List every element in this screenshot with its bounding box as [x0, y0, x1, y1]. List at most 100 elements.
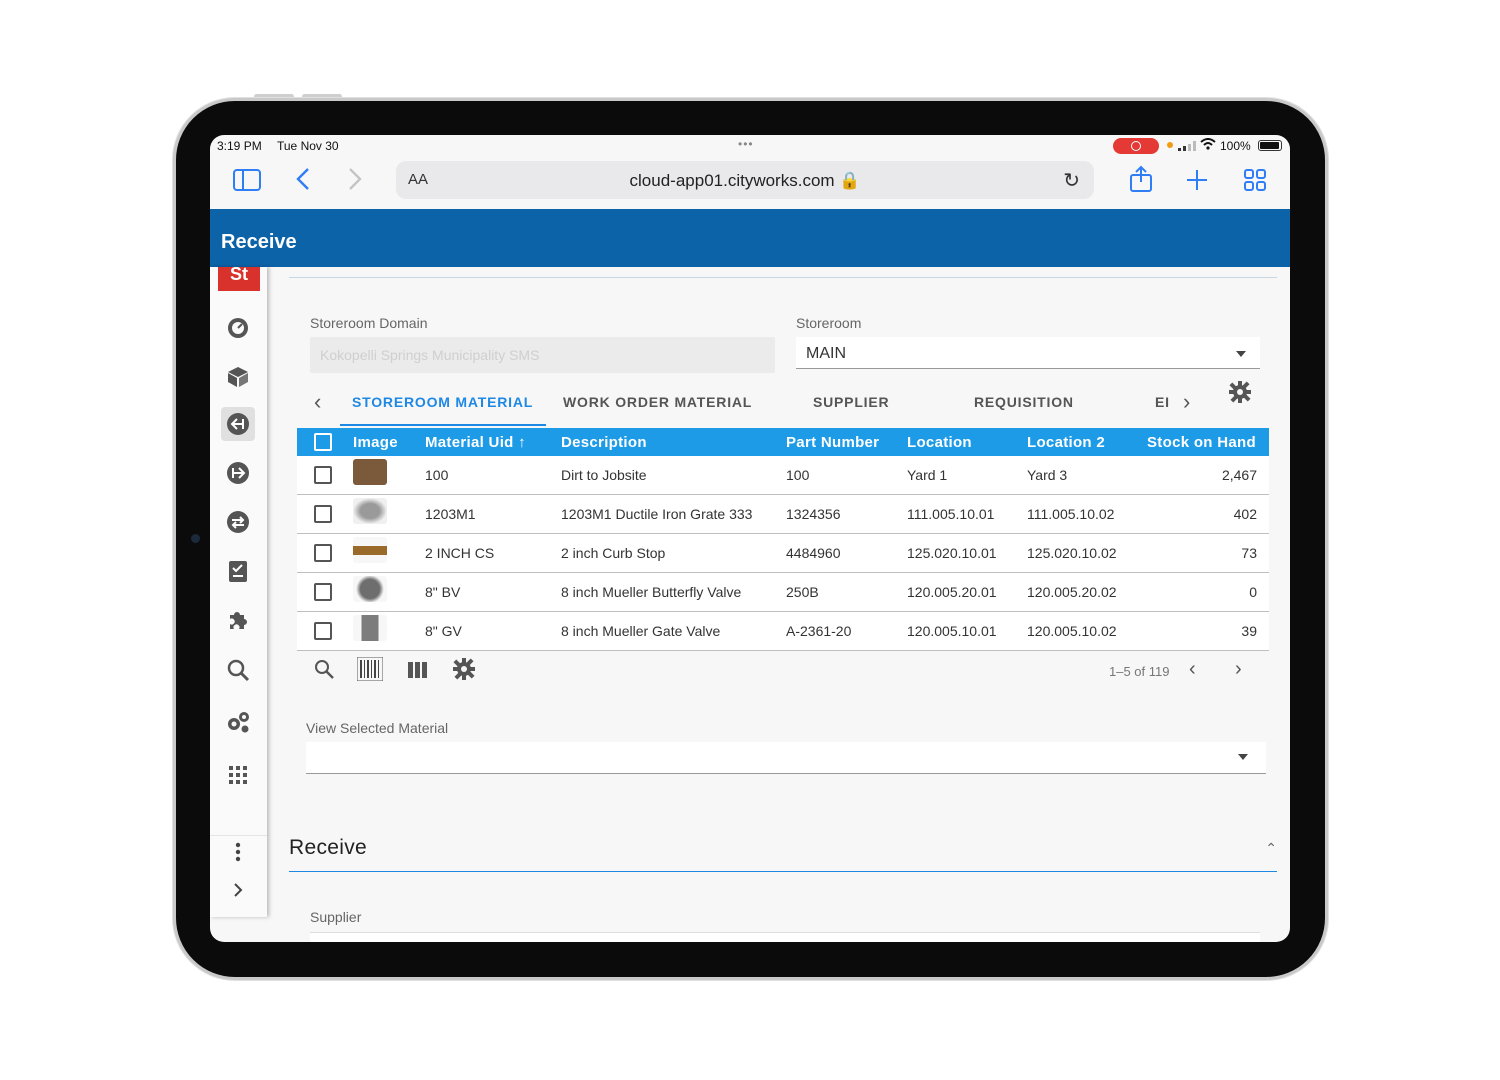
search-icon[interactable]	[314, 659, 334, 684]
gear-icon[interactable]	[1228, 380, 1252, 409]
grid-icon[interactable]	[224, 761, 252, 789]
checklist-icon[interactable]	[224, 557, 252, 585]
multitasking-dots[interactable]: •••	[738, 137, 754, 151]
columns-icon[interactable]	[408, 662, 428, 683]
tabs-icon[interactable]	[1244, 169, 1266, 197]
cell-location-2: 120.005.10.02	[1027, 623, 1117, 639]
forward-icon[interactable]	[348, 167, 362, 197]
tab-work-order-material[interactable]: WORK ORDER MATERIAL	[563, 394, 752, 410]
col-location[interactable]: Location	[907, 434, 972, 451]
left-rail: St	[210, 267, 267, 917]
gears-icon[interactable]	[224, 708, 252, 736]
supplier-select[interactable]	[310, 932, 1260, 942]
tab-overflow[interactable]: EI	[1155, 394, 1170, 410]
tab-scroll-right-icon[interactable]: ›	[1183, 389, 1190, 415]
table-footer: 1–5 of 119 ‹ ›	[297, 651, 1269, 693]
storeroom-domain-field: Kokopelli Springs Municipality SMS	[310, 337, 775, 373]
section-divider	[289, 277, 1277, 278]
battery-percent: 100%	[1220, 139, 1251, 153]
row-checkbox[interactable]	[314, 583, 332, 601]
table-row[interactable]: 2 INCH CS 2 inch Curb Stop 4484960 125.0…	[297, 534, 1269, 573]
plus-icon[interactable]	[1186, 169, 1208, 197]
cell-description: 2 inch Curb Stop	[561, 545, 666, 561]
cell-part-number: A-2361-20	[786, 623, 852, 639]
address-bar[interactable]: AA cloud-app01.cityworks.com 🔒 ↻	[396, 161, 1094, 199]
cell-stock: 39	[1241, 623, 1257, 639]
row-checkbox[interactable]	[314, 466, 332, 484]
supplier-label: Supplier	[310, 909, 362, 925]
status-bar: 3:19 PM Tue Nov 30 ••• 100%	[210, 135, 1290, 157]
storeroom-domain-label: Storeroom Domain	[310, 315, 428, 331]
receive-icon[interactable]	[221, 407, 255, 441]
col-stock-on-hand[interactable]: Stock on Hand	[1147, 434, 1256, 451]
sidebar-icon[interactable]	[233, 169, 261, 197]
box-icon[interactable]	[224, 363, 252, 391]
cell-part-number: 250B	[786, 584, 819, 600]
status-date: Tue Nov 30	[277, 139, 339, 153]
cell-stock: 402	[1233, 506, 1257, 522]
col-material-uid[interactable]: Material Uid ↑	[425, 434, 526, 451]
tab-requisition[interactable]: REQUISITION	[974, 394, 1074, 410]
row-checkbox[interactable]	[314, 544, 332, 562]
cell-uid: 2 INCH CS	[425, 545, 495, 561]
tab-supplier[interactable]: SUPPLIER	[813, 394, 889, 410]
transfer-icon[interactable]	[224, 508, 252, 536]
material-thumbnail	[353, 576, 387, 602]
prev-page-icon[interactable]: ‹	[1189, 658, 1196, 681]
row-checkbox[interactable]	[314, 505, 332, 523]
active-tab-indicator	[340, 424, 546, 426]
table-row[interactable]: 1203M1 1203M1 Ductile Iron Grate 333 132…	[297, 495, 1269, 534]
cell-location-2: Yard 3	[1027, 467, 1068, 483]
app-header: Receive	[210, 209, 1290, 267]
share-icon[interactable]	[1129, 165, 1153, 199]
gear-icon[interactable]	[452, 657, 476, 686]
next-page-icon[interactable]: ›	[1235, 658, 1242, 681]
battery-icon	[1258, 140, 1282, 151]
reload-icon[interactable]: ↻	[1063, 168, 1080, 193]
caret-down-icon	[1236, 351, 1246, 357]
status-time: 3:19 PM	[217, 139, 262, 153]
screen-recording-indicator[interactable]	[1113, 138, 1159, 154]
pagination-range: 1–5 of 119	[1109, 664, 1170, 679]
row-checkbox[interactable]	[314, 622, 332, 640]
view-selected-select[interactable]	[306, 742, 1266, 774]
table-row[interactable]: 8" BV 8 inch Mueller Butterfly Valve 250…	[297, 573, 1269, 612]
cell-description: 8 inch Mueller Butterfly Valve	[561, 584, 742, 600]
chevron-right-icon[interactable]	[224, 876, 252, 904]
select-all-checkbox[interactable]	[314, 433, 332, 451]
table-row[interactable]: 100 Dirt to Jobsite 100 Yard 1 Yard 3 2,…	[297, 456, 1269, 495]
app-logo[interactable]: St	[218, 267, 260, 291]
cell-location: 111.005.10.01	[907, 506, 995, 522]
back-icon[interactable]	[296, 167, 310, 197]
sort-asc-icon: ↑	[518, 434, 526, 451]
storeroom-select[interactable]: MAIN	[796, 337, 1260, 369]
caret-down-icon	[1238, 754, 1248, 760]
storeroom-label: Storeroom	[796, 315, 862, 331]
col-image[interactable]: Image	[353, 434, 398, 451]
url-text[interactable]: cloud-app01.cityworks.com 🔒	[396, 171, 1094, 191]
cell-stock: 2,467	[1221, 467, 1257, 483]
more-vert-icon[interactable]	[224, 838, 252, 866]
col-location-2[interactable]: Location 2	[1027, 434, 1105, 451]
issue-icon[interactable]	[224, 459, 252, 487]
cell-uid: 1203M1	[425, 506, 476, 522]
cell-part-number: 1324356	[786, 506, 841, 522]
puzzle-icon[interactable]	[224, 606, 252, 634]
view-selected-label: View Selected Material	[306, 720, 449, 736]
tab-scroll-left-icon[interactable]: ‹	[314, 389, 321, 415]
material-thumbnail	[353, 615, 387, 641]
material-thumbnail	[353, 459, 387, 485]
collapse-icon[interactable]: ⌃	[1265, 840, 1277, 857]
cell-location: 120.005.10.01	[907, 623, 997, 639]
cell-uid: 8" BV	[425, 584, 461, 600]
dashboard-icon[interactable]	[224, 314, 252, 342]
col-part-number[interactable]: Part Number	[786, 434, 879, 451]
barcode-icon[interactable]	[356, 656, 384, 686]
screen: 3:19 PM Tue Nov 30 ••• 100% AA cloud-app…	[210, 135, 1290, 942]
cell-description: 1203M1 Ductile Iron Grate 333	[561, 506, 753, 522]
table-row[interactable]: 8" GV 8 inch Mueller Gate Valve A-2361-2…	[297, 612, 1269, 651]
search-icon[interactable]	[224, 656, 252, 684]
tab-storeroom-material[interactable]: STOREROOM MATERIAL	[352, 394, 533, 410]
col-description[interactable]: Description	[561, 434, 647, 451]
storeroom-value: MAIN	[806, 345, 846, 362]
